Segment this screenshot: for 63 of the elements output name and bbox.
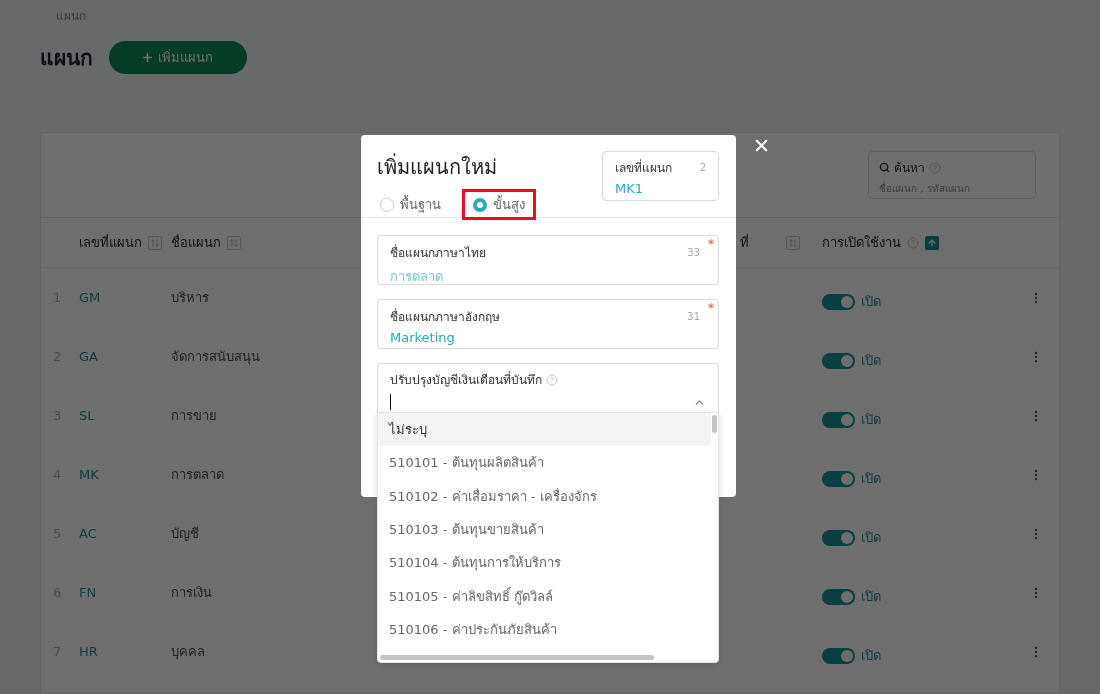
help-icon [546, 373, 558, 386]
char-counter: 2 [699, 162, 706, 173]
status-text: เปิด [861, 647, 881, 665]
modal-title: เพิ่มแผนกใหม่ [377, 152, 498, 181]
status-text: เปิด [861, 411, 881, 429]
field-label: ปรับปรุงบัญชีเงินเดือนที่บันทึก [390, 370, 542, 389]
page-title: แผนก [40, 45, 93, 72]
table-cell: FN [79, 585, 97, 600]
column-header: ชื่อแผนก [171, 233, 221, 252]
table-cell-text: การตลาด [171, 466, 224, 484]
required-mark: * [708, 301, 714, 315]
status-toggle[interactable] [822, 588, 855, 605]
search-icon [879, 162, 890, 173]
table-cell: SL [79, 408, 95, 423]
sort-icon[interactable] [148, 235, 162, 250]
field-label: ชื่อแผนกภาษาไทย [390, 243, 486, 262]
sort-icon[interactable] [786, 235, 800, 250]
table-cell-text: การเงิน [171, 584, 212, 602]
text-field[interactable]: ชื่อแผนกภาษาอังกฤษ 31 * Marketing [377, 299, 719, 349]
status-text: เปิด [861, 470, 881, 488]
mode-radio[interactable]: พื้นฐาน [377, 189, 452, 220]
text-field[interactable]: ชื่อแผนกภาษาไทย 33 * การตลาด [377, 235, 719, 285]
char-counter: 33 [687, 247, 700, 258]
scrollbar[interactable] [712, 415, 717, 433]
table-cell: HR [79, 644, 98, 659]
table-cell: GA [79, 349, 98, 364]
required-mark: * [708, 237, 714, 251]
table-cell: GM [79, 290, 101, 305]
dropdown-option[interactable]: ไม่ระบุ [378, 413, 711, 447]
field-label: เลขที่แผนก [615, 158, 672, 177]
sort-icon[interactable] [925, 235, 939, 250]
table-cell-text: บุคคล [171, 643, 205, 662]
field-value: Marketing [390, 330, 456, 345]
sort-icon[interactable] [227, 235, 241, 250]
column-header: การเปิดใช้งาน [822, 234, 901, 252]
scrollbar[interactable] [380, 655, 654, 660]
status-text: เปิด [861, 293, 881, 311]
table-cell-text: บัญชี [171, 525, 199, 543]
table-cell: MK [79, 467, 99, 482]
char-counter: 31 [687, 311, 700, 322]
status-toggle[interactable] [822, 411, 855, 428]
status-toggle[interactable] [822, 529, 855, 546]
status-text: เปิด [861, 529, 881, 547]
column-header: เลขที่แผนก [79, 233, 142, 252]
text-cursor [390, 394, 391, 410]
table-cell: AC [79, 526, 97, 541]
table-cell-text: จัดการสนับสนุน [171, 348, 260, 367]
table-cell-text: บริหาร [171, 289, 209, 307]
status-toggle[interactable] [822, 470, 855, 487]
department-code-field[interactable]: เลขที่แผนก 2 MK1 [602, 151, 719, 201]
status-toggle[interactable] [822, 293, 855, 310]
field-value: การตลาด [390, 268, 444, 286]
status-text: เปิด [861, 352, 881, 370]
status-text: เปิด [861, 588, 881, 606]
column-header: ที่ [740, 233, 749, 252]
status-toggle[interactable] [822, 647, 855, 664]
search-label: ค้นหา [894, 160, 925, 177]
table-cell-text: การขาย [171, 407, 217, 425]
status-toggle[interactable] [822, 352, 855, 369]
field-label: ชื่อแผนกภาษาอังกฤษ [390, 307, 500, 326]
mode-radio[interactable]: ขั้นสูง [462, 189, 536, 220]
plus-icon [141, 51, 154, 64]
field-value: MK1 [615, 181, 644, 196]
